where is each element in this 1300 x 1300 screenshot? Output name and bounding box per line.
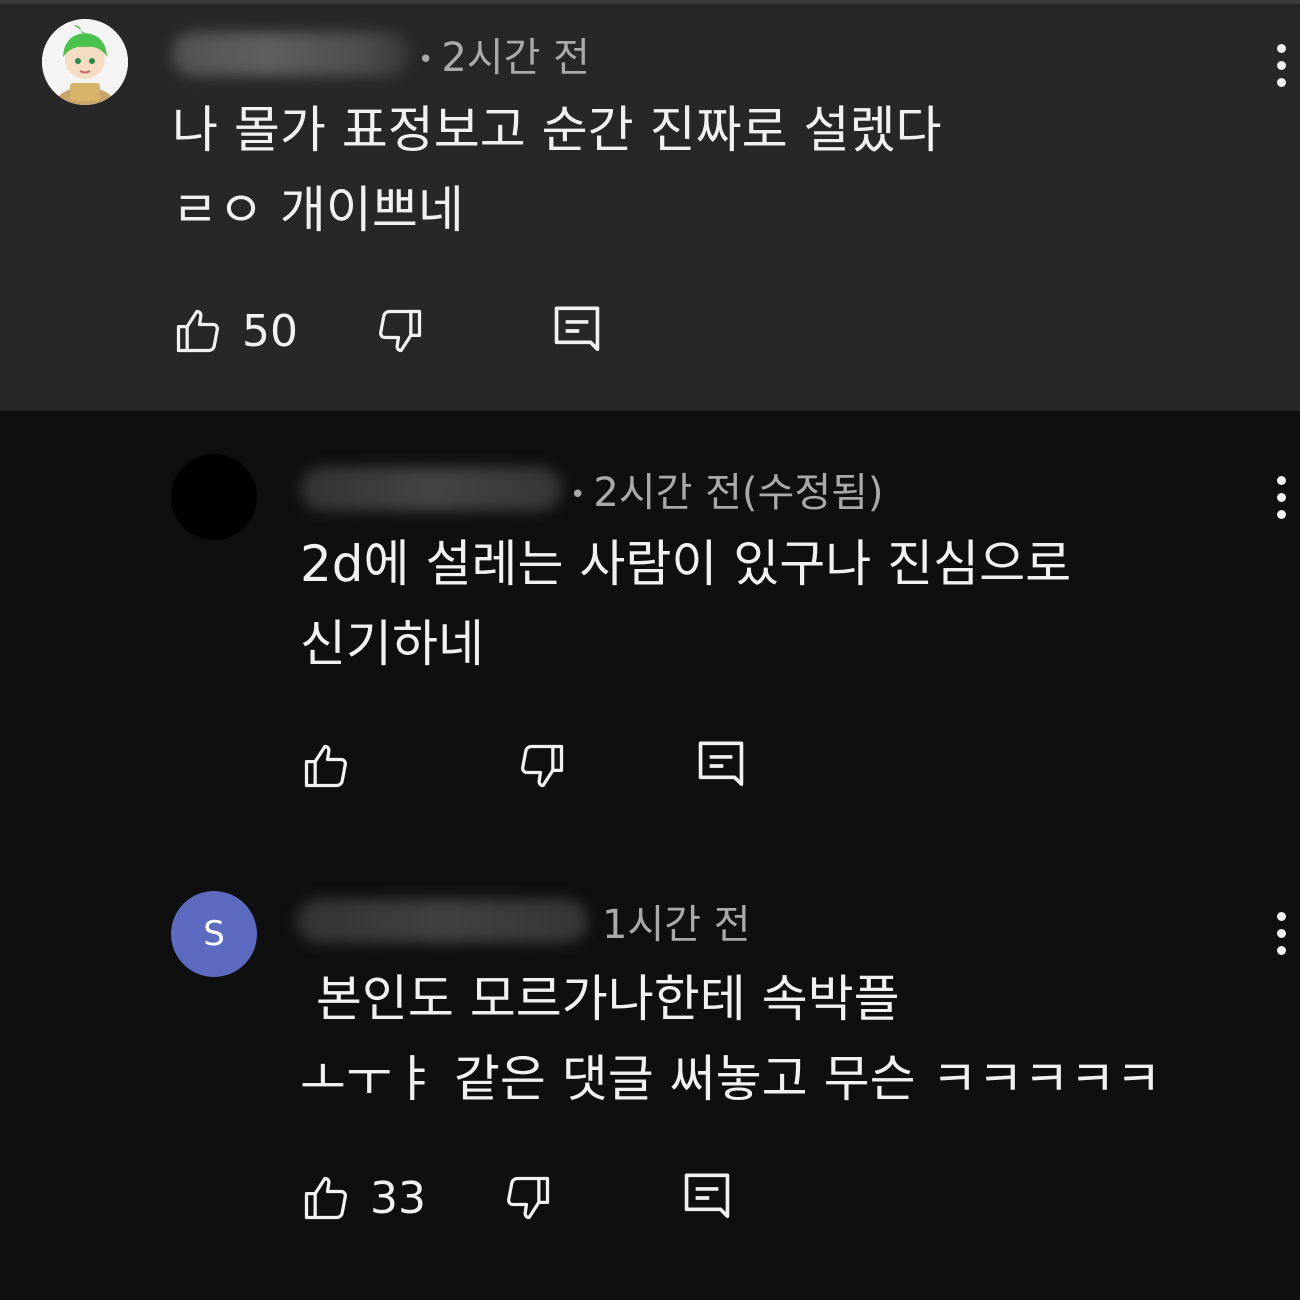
comment-text: 나 몰가 표정보고 순간 진짜로 설렜다 ㄹㅇ 개이쁘네 [172,101,942,239]
reply-icon [696,738,746,794]
thumbs-down-icon [374,305,426,357]
thumbs-up-icon [300,740,352,792]
user-avatar[interactable] [42,19,128,105]
comment-thread-2: • 2시간 전(수정됨) 2d에 설레는 사람이 있구나 진심으로 신기하네 [0,411,1300,851]
comment-meta: • 2시간 전 [172,26,590,82]
comment-thread-1: • 2시간 전 나 몰가 표정보고 순간 진짜로 설렜다 ㄹㅇ 개이쁘네 50 [0,0,1300,411]
reply-button[interactable] [682,1163,732,1233]
dislike-button[interactable] [516,731,568,801]
comment-actions: 50 [172,296,602,366]
thumbs-up-icon [300,1172,352,1224]
comment-text: 2d에 설레는 사람이 있구나 진심으로 신기하네 [300,535,1072,673]
like-button[interactable]: 50 [172,296,298,366]
comment-actions [300,731,746,801]
avatar-illustration [42,19,128,105]
reply-icon [552,303,602,359]
like-count: 50 [242,305,298,357]
author-name-redacted[interactable] [296,899,588,943]
comment-time: 1시간 전 [602,902,751,948]
user-avatar[interactable]: S [171,891,257,977]
thumbs-down-icon [516,740,568,792]
like-button[interactable] [300,731,370,801]
comment-text: ​ 본인도 모르가나한테 속박플 ㅗㅜㅑ 같은 댓글 써놓고 무슨 ㅋㅋㅋㅋㅋ [300,959,1280,1119]
thumbs-down-icon [502,1172,554,1224]
like-button[interactable]: 33 [300,1163,426,1233]
author-name-redacted[interactable] [172,32,410,76]
reply-button[interactable] [696,731,746,801]
comment-time: 2시간 전(수정됨) [593,470,884,516]
thumbs-up-icon [172,305,224,357]
reply-icon [682,1170,732,1226]
author-name-redacted[interactable] [300,467,562,511]
comment-meta: 1시간 전 [296,893,751,949]
more-vert-icon[interactable] [1268,44,1294,104]
user-avatar[interactable] [171,454,257,540]
comment-actions: 33 [300,1163,732,1233]
dislike-button[interactable] [374,296,426,366]
comment-time: 2시간 전 [441,35,590,81]
like-count: 33 [370,1172,426,1224]
more-vert-icon[interactable] [1268,476,1294,536]
dislike-button[interactable] [502,1163,554,1233]
reply-button[interactable] [552,296,602,366]
comment-text-body: 본인도 모르가나한테 속박플 ㅗㅜㅑ 같은 댓글 써놓고 무슨 ㅋㅋㅋㅋㅋ [300,970,1162,1108]
comment-thread-3: S 1시간 전 ​ 본인도 모르가나한테 속박플 ㅗㅜㅑ 같은 댓글 써놓고 무… [0,851,1300,1300]
comment-meta: • 2시간 전(수정됨) [300,461,884,517]
